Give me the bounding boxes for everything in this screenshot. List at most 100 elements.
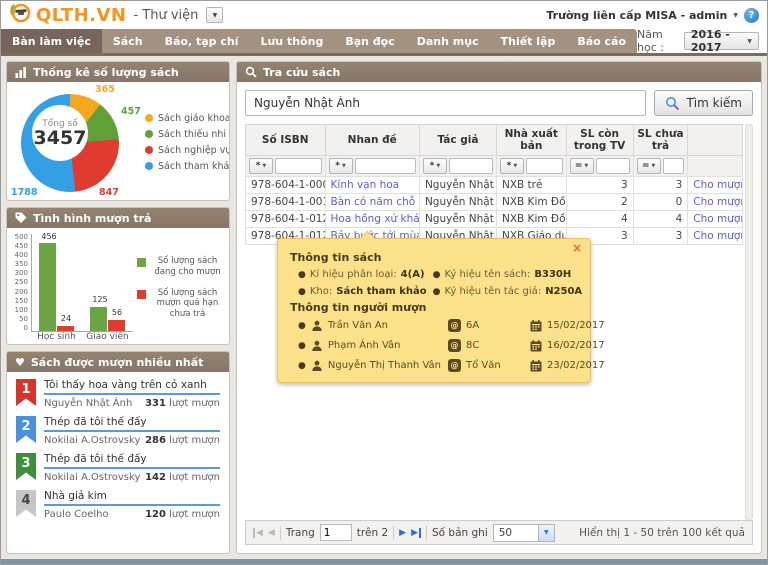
list-item[interactable]: 2 Thép đã tôi thế đấy Nokilai A.Ostrovsk…	[16, 416, 220, 446]
lend-link[interactable]: Cho mượn	[693, 179, 742, 191]
book-info-tooltip: × Thông tin sách ●Kí hiệu phân loại:4(A)…	[277, 238, 591, 383]
filter-input-title[interactable]	[355, 158, 416, 174]
list-item[interactable]: 3 Thép đã tôi thế đấy Nokilai A.Ostrovsk…	[16, 453, 220, 483]
book-title-link[interactable]: Bàn có năm chỗ ngồi	[331, 196, 420, 208]
table-row[interactable]: 978-604-1-00069-8 Kính vạn hoa Nguyễn Nh…	[246, 177, 743, 194]
cell-publisher: NXB Kim Đồng	[496, 194, 566, 211]
page-of-label: trên 2	[357, 527, 388, 539]
nav-row: Bàn làm việc Sách Báo, tạp chí Lưu thông…	[1, 29, 767, 53]
tooltip-book-heading: Thông tin sách	[290, 251, 578, 264]
nav-tab-bao-tap-chi[interactable]: Báo, tạp chí	[154, 29, 250, 53]
cell-not-returned: 4	[633, 211, 688, 228]
col-title[interactable]: Nhan đề	[325, 125, 419, 156]
table-row[interactable]: 978-604-1-01202-8 Hoa hồng xứ khác Nguyễ…	[246, 211, 743, 228]
filter-input-author[interactable]	[449, 158, 493, 174]
nav-tab-thiet-lap[interactable]: Thiết lập	[490, 29, 567, 53]
legend-dot-red	[145, 146, 153, 154]
filter-op-isbn[interactable]: *▼	[249, 158, 273, 174]
person-icon	[311, 360, 323, 372]
account-chevron-down-icon[interactable]: ▼	[733, 12, 738, 19]
nav-tab-ban-lam-viec[interactable]: Bàn làm việc	[1, 29, 102, 53]
col-publisher[interactable]: Nhà xuất bản	[496, 125, 566, 156]
year-area: Năm học : 2016 - 2017 ▼	[637, 29, 767, 53]
legend-label: Sách nghiệp vụ	[158, 145, 230, 156]
filter-op-author[interactable]: *▼	[423, 158, 447, 174]
legend-dot-green	[145, 130, 153, 138]
col-action	[688, 125, 743, 156]
page-size-select[interactable]: 50 ▼	[493, 524, 555, 542]
content: Thống kê số lượng sách Tổng số 3457 365 …	[1, 56, 767, 559]
results-summary: Hiển thị 1 - 50 trên 100 kết quả	[579, 527, 745, 539]
class-icon: @	[448, 339, 461, 352]
person-icon	[311, 320, 323, 332]
app-logo-icon	[9, 2, 31, 28]
col-in-library[interactable]: SL còn trong TV	[566, 125, 633, 156]
filter-input-isbn[interactable]	[275, 158, 322, 174]
legend-item: Sách nghiệp vụ	[145, 145, 230, 156]
filter-input-in-library[interactable]	[596, 158, 630, 174]
donut-callout-snv: 847	[99, 187, 119, 198]
field-label: Ký hiệu tên sách:	[445, 269, 531, 280]
col-isbn[interactable]: Số ISBN	[246, 125, 326, 156]
filter-input-not-returned[interactable]	[663, 158, 685, 174]
filter-op-not-returned[interactable]: =▼	[637, 158, 661, 174]
bar-chart: 500450400350300250200150100500 456 24 12…	[11, 234, 133, 342]
help-icon[interactable]: ?	[744, 8, 759, 23]
donut-center: Tổng số 3457	[32, 105, 88, 161]
borrower-class: Tổ Văn	[466, 360, 501, 371]
nav-tab-bao-cao[interactable]: Báo cáo	[566, 29, 637, 53]
account-name[interactable]: Trường liên cấp MISA - admin	[546, 9, 727, 22]
scrollbar-track[interactable]	[745, 124, 753, 520]
table-row[interactable]: 978-604-1-00123-8 Bàn có năm chỗ ngồi Ng…	[246, 194, 743, 211]
year-label: Năm học :	[637, 28, 678, 54]
nav-tab-sach[interactable]: Sách	[102, 29, 154, 53]
nav-tab-luu-thong[interactable]: Lưu thông	[249, 29, 334, 53]
legend-dot-blue	[145, 162, 153, 170]
module-dropdown[interactable]: ▼	[206, 7, 223, 23]
pagination-bar: ◀ ◀ Trang trên 2 ▶ ▶ Số bản ghi 50 ▼ Hiể	[245, 520, 753, 545]
book-title-link[interactable]: Hoa hồng xứ khác	[331, 213, 420, 225]
book-borrow-count: 286 lượt mượn	[145, 435, 220, 446]
nav-tab-ban-doc[interactable]: Bạn đọc	[334, 29, 405, 53]
col-not-returned[interactable]: SL chưa trả	[633, 125, 688, 156]
legend-label: Sách giáo khoa	[158, 113, 230, 124]
next-page-icon[interactable]: ▶	[399, 528, 406, 538]
lend-link[interactable]: Cho mượn	[693, 213, 742, 225]
filter-input-publisher[interactable]	[526, 158, 563, 174]
last-page-icon[interactable]: ▶	[411, 528, 421, 538]
col-author[interactable]: Tác giả	[419, 125, 496, 156]
filter-op-publisher[interactable]: *▼	[500, 158, 524, 174]
lend-link[interactable]: Cho mượn	[693, 196, 742, 208]
nav-tab-danh-muc[interactable]: Danh mục	[406, 29, 490, 53]
person-icon	[311, 340, 323, 352]
panel-borrow-status: Tình hình mượn trả 500450400350300250200…	[6, 207, 230, 345]
cell-in-library: 4	[566, 211, 633, 228]
book-borrow-count: 120 lượt mượn	[145, 509, 220, 520]
close-icon[interactable]: ×	[572, 242, 582, 254]
first-page-icon[interactable]: ◀	[253, 528, 263, 538]
book-borrow-count: 142 lượt mượn	[145, 472, 220, 483]
legend-item: Số lượng sách đang cho mượn	[137, 256, 225, 277]
filter-op-title[interactable]: *▼	[329, 158, 353, 174]
bar-value-gv-red: 56	[102, 308, 132, 317]
prev-page-icon[interactable]: ◀	[268, 528, 275, 538]
search-button[interactable]: Tìm kiếm	[654, 90, 753, 116]
list-item[interactable]: 4 Nhà giả kim Paulo Coelho120 lượt mượn	[16, 490, 220, 520]
book-title-link[interactable]: Kính vạn hoa	[331, 179, 400, 191]
table-filter-row: *▼ *▼ *▼ *▼ =▼ =▼	[246, 156, 743, 177]
divider	[393, 526, 394, 540]
bar-chart-yaxis: 500450400350300250200150100500	[11, 234, 31, 332]
tooltip-borrower-list: ●Trần Văn An @6A 15/02/2017 ●Phạm Ánh Vâ…	[290, 319, 578, 372]
bar-value-hs-red: 24	[51, 314, 81, 323]
field-label: Kho:	[310, 286, 332, 297]
page-number-input[interactable]	[320, 524, 352, 541]
nav-tabs: Bàn làm việc Sách Báo, tạp chí Lưu thông…	[1, 29, 637, 53]
filter-op-in-library[interactable]: =▼	[570, 158, 594, 174]
list-item[interactable]: 1 Tôi thấy hoa vàng trên cỏ xanh Nguyễn …	[16, 379, 220, 409]
borrow-date: 16/02/2017	[547, 340, 605, 351]
lend-link[interactable]: Cho mượn	[693, 230, 742, 242]
size-chevron-down-icon: ▼	[538, 525, 554, 541]
search-button-label: Tìm kiếm	[686, 96, 742, 110]
search-input[interactable]	[245, 90, 646, 116]
school-year-select[interactable]: 2016 - 2017 ▼	[684, 32, 759, 50]
